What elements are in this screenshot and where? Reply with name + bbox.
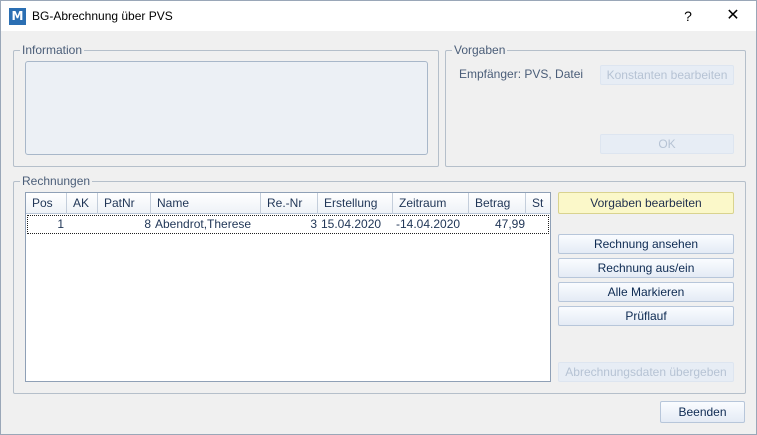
cell-betrag: 47,99 [494, 217, 525, 231]
close-button[interactable]: ✕ [713, 5, 753, 27]
column-header-name[interactable]: Name [151, 193, 261, 214]
title-bar[interactable]: M BG-Abrechnung über PVS ? ✕ [1, 1, 756, 31]
vorgaben-legend: Vorgaben [454, 43, 506, 57]
cell-renr: 3 [310, 217, 317, 231]
column-header-st[interactable]: St [526, 193, 550, 214]
column-header-ak[interactable]: AK [67, 193, 98, 214]
alle-markieren-button[interactable]: Alle Markieren [558, 282, 734, 302]
dialog-window: M BG-Abrechnung über PVS ? ✕ Information… [0, 0, 757, 435]
rechnung-ansehen-button[interactable]: Rechnung ansehen [558, 234, 734, 254]
column-header-patnr[interactable]: PatNr [98, 193, 151, 214]
column-header-betrag[interactable]: Betrag [469, 193, 526, 214]
cell-name: Abendrot,Therese [155, 217, 252, 231]
prueflauf-button[interactable]: Prüflauf [558, 306, 734, 326]
rechnung-aus-ein-button[interactable]: Rechnung aus/ein [558, 258, 734, 278]
table-row[interactable]: 1 8 Abendrot,Therese 3 15.04.2020 -14.04… [27, 215, 549, 234]
vorgaben-bearbeiten-button[interactable]: Vorgaben bearbeiten [558, 192, 734, 214]
cell-zeitraum: -14.04.2020 [396, 217, 461, 231]
abrechnungsdaten-uebergeben-button[interactable]: Abrechnungsdaten übergeben [558, 362, 734, 382]
column-header-renr[interactable]: Re.-Nr [261, 193, 318, 214]
cell-pos: 1 [57, 217, 64, 231]
column-header-zeitraum[interactable]: Zeitraum [393, 193, 469, 214]
column-header-pos[interactable]: Pos [26, 193, 67, 214]
rechnungen-legend: Rechnungen [22, 174, 91, 188]
ok-button[interactable]: OK [600, 134, 734, 154]
beenden-button[interactable]: Beenden [660, 401, 745, 423]
information-text-box [25, 61, 428, 155]
cell-st [531, 216, 549, 233]
cell-patnr: 8 [144, 217, 151, 231]
cell-ak [68, 216, 96, 233]
rechnungen-table[interactable]: Pos AK PatNr Name Re.-Nr Erstellung Zeit… [25, 192, 551, 382]
cell-erstellung: 15.04.2020 [321, 217, 382, 231]
app-logo-icon: M [9, 8, 26, 25]
window-title: BG-Abrechnung über PVS [32, 9, 173, 23]
information-legend: Information [22, 43, 83, 57]
column-header-erstellung[interactable]: Erstellung [318, 193, 393, 214]
konstanten-bearbeiten-button[interactable]: Konstanten bearbeiten [600, 65, 734, 85]
empfaenger-label: Empfänger: PVS, Datei [459, 67, 584, 81]
help-button[interactable]: ? [671, 5, 705, 27]
table-header: Pos AK PatNr Name Re.-Nr Erstellung Zeit… [26, 193, 550, 214]
